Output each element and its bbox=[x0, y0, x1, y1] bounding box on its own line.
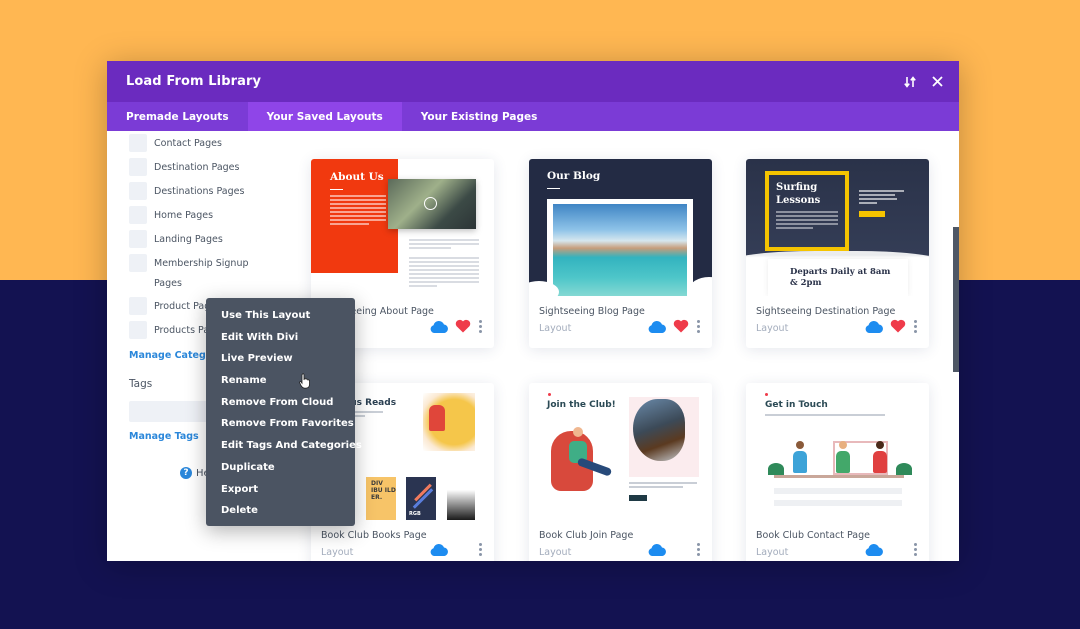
category-checkbox[interactable] bbox=[129, 206, 147, 224]
thumb-heading: About Us bbox=[330, 171, 384, 183]
layout-thumbnail: Surfing Lessons Departs Daily at 8am & 2… bbox=[746, 159, 929, 296]
layout-title: Book Club Contact Page bbox=[756, 530, 870, 541]
category-item[interactable]: Landing Pages bbox=[129, 230, 264, 250]
category-label: Membership Signup Pages bbox=[154, 258, 249, 289]
layout-thumbnail: About Us bbox=[311, 159, 494, 296]
hand-pointer-cursor-icon bbox=[299, 373, 310, 389]
category-item[interactable]: Contact Pages bbox=[129, 134, 264, 154]
header-actions bbox=[904, 61, 943, 102]
more-options-button[interactable] bbox=[477, 319, 484, 333]
category-item[interactable]: Destinations Pages bbox=[129, 182, 264, 202]
category-checkbox[interactable] bbox=[129, 230, 147, 248]
layout-title: Book Club Join Page bbox=[539, 530, 634, 541]
layout-type: Layout bbox=[321, 547, 354, 558]
thumb-heading: Surfing Lessons bbox=[776, 182, 821, 206]
category-checkbox[interactable] bbox=[129, 254, 147, 272]
tab-your-existing-pages[interactable]: Your Existing Pages bbox=[402, 102, 557, 131]
layout-type: Layout bbox=[756, 547, 789, 558]
category-item[interactable]: Home Pages bbox=[129, 206, 264, 226]
menu-item-edit-with-divi[interactable]: Edit With Divi bbox=[206, 327, 355, 349]
menu-item-rename[interactable]: Rename bbox=[206, 370, 355, 392]
close-icon bbox=[932, 76, 943, 87]
menu-item-delete[interactable]: Delete bbox=[206, 500, 355, 522]
heart-icon[interactable] bbox=[673, 319, 689, 333]
layout-title: Book Club Books Page bbox=[321, 530, 427, 541]
layout-type: Layout bbox=[756, 323, 789, 334]
modal-header: Load From Library bbox=[107, 61, 959, 102]
category-checkbox[interactable] bbox=[129, 182, 147, 200]
layout-title: Sightseeing Destination Page bbox=[756, 306, 896, 317]
layout-context-menu: Use This Layout Edit With Divi Live Prev… bbox=[206, 298, 362, 526]
layout-card[interactable]: Our Blog Sightseeing Blog Page Layout bbox=[529, 159, 712, 348]
layout-thumbnail: Get in Touch bbox=[746, 383, 929, 520]
layout-card[interactable]: Get in Touch Book Club Contact Page Layo… bbox=[746, 383, 929, 561]
category-label: Contact Pages bbox=[154, 138, 222, 149]
thumb-heading: Join the Club! bbox=[547, 400, 616, 410]
category-item[interactable]: Destination Pages bbox=[129, 158, 264, 178]
category-label: Destinations Pages bbox=[154, 186, 245, 197]
menu-item-duplicate[interactable]: Duplicate bbox=[206, 457, 355, 479]
menu-item-remove-from-favorites[interactable]: Remove From Favorites bbox=[206, 413, 355, 435]
sort-toggle-button[interactable] bbox=[904, 75, 916, 88]
category-label: Landing Pages bbox=[154, 234, 223, 245]
menu-item-live-preview[interactable]: Live Preview bbox=[206, 348, 355, 370]
heart-icon[interactable] bbox=[890, 319, 906, 333]
category-label: Home Pages bbox=[154, 210, 214, 221]
card-actions bbox=[864, 543, 919, 556]
tab-bar: Premade Layouts Your Saved Layouts Your … bbox=[107, 102, 959, 131]
layout-type: Layout bbox=[539, 547, 572, 558]
category-checkbox[interactable] bbox=[129, 297, 147, 315]
layout-type: Layout bbox=[539, 323, 572, 334]
cloud-icon[interactable] bbox=[864, 543, 884, 556]
menu-item-edit-tags-and-categories[interactable]: Edit Tags And Categories bbox=[206, 435, 362, 457]
heart-icon[interactable] bbox=[455, 319, 471, 333]
sort-arrows-icon bbox=[904, 75, 916, 88]
category-checkbox[interactable] bbox=[129, 158, 147, 176]
layout-card[interactable]: Surfing Lessons Departs Daily at 8am & 2… bbox=[746, 159, 929, 348]
menu-item-remove-from-cloud[interactable]: Remove From Cloud bbox=[206, 392, 355, 414]
more-options-button[interactable] bbox=[695, 319, 702, 333]
close-button[interactable] bbox=[932, 76, 943, 87]
category-item[interactable]: Membership Signup Pages bbox=[129, 254, 264, 294]
thumb-book-cover-2: RGB bbox=[409, 511, 421, 517]
tags-title: Tags bbox=[129, 378, 153, 390]
cloud-icon[interactable] bbox=[429, 320, 449, 333]
card-actions bbox=[429, 543, 484, 556]
more-options-button[interactable] bbox=[695, 543, 702, 556]
category-label: Destination Pages bbox=[154, 162, 240, 173]
thumb-heading: Our Blog bbox=[547, 170, 601, 182]
menu-item-export[interactable]: Export bbox=[206, 479, 355, 501]
more-options-button[interactable] bbox=[477, 543, 484, 556]
layout-thumbnail: Join the Club! bbox=[529, 383, 712, 520]
menu-item-use-this-layout[interactable]: Use This Layout bbox=[206, 305, 355, 327]
card-actions bbox=[647, 319, 702, 333]
modal-title: Load From Library bbox=[126, 74, 262, 89]
more-options-button[interactable] bbox=[912, 543, 919, 556]
card-actions bbox=[864, 319, 919, 333]
manage-tags-link[interactable]: Manage Tags bbox=[129, 431, 199, 442]
card-actions bbox=[429, 319, 484, 333]
cloud-icon[interactable] bbox=[429, 543, 449, 556]
card-actions bbox=[647, 543, 702, 556]
thumb-book-cover: DIV IBU ILD ER. bbox=[366, 477, 396, 520]
cloud-icon[interactable] bbox=[647, 543, 667, 556]
layout-thumbnail: Our Blog bbox=[529, 159, 712, 296]
tab-premade-layouts[interactable]: Premade Layouts bbox=[107, 102, 248, 131]
layout-card[interactable]: Join the Club! Book Club Join Page Layou… bbox=[529, 383, 712, 561]
category-checkbox[interactable] bbox=[129, 321, 147, 339]
help-circle-icon: ? bbox=[180, 467, 192, 479]
cloud-icon[interactable] bbox=[647, 320, 667, 333]
cloud-icon[interactable] bbox=[864, 320, 884, 333]
category-checkbox[interactable] bbox=[129, 134, 147, 152]
layout-title: Sightseeing Blog Page bbox=[539, 306, 645, 317]
more-options-button[interactable] bbox=[912, 319, 919, 333]
tab-your-saved-layouts[interactable]: Your Saved Layouts bbox=[247, 102, 402, 131]
layouts-scrollbar[interactable] bbox=[953, 227, 959, 372]
thumb-subheading: Departs Daily at 8am & 2pm bbox=[790, 267, 891, 288]
thumb-heading: Get in Touch bbox=[765, 400, 828, 410]
